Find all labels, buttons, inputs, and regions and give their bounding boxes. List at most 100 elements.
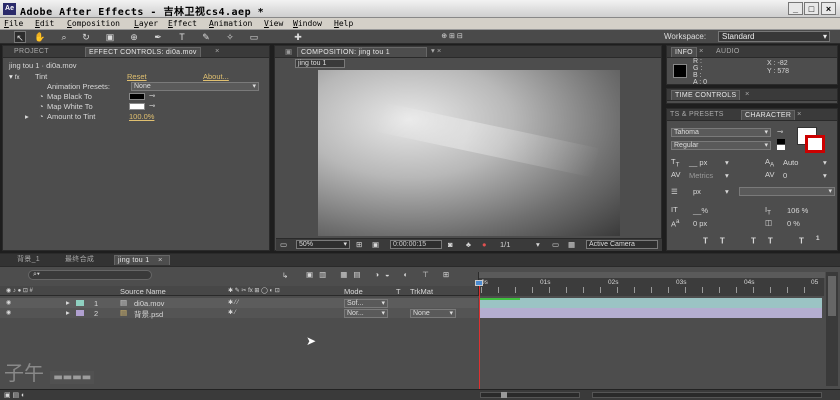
timecode[interactable]: 0:00:00:15 (390, 240, 442, 249)
hand-tool-icon[interactable]: ✋ (34, 31, 46, 43)
status-icons[interactable]: ▣ ▤ ◐ (4, 391, 25, 399)
col-trkmat[interactable]: TrkMat (410, 287, 433, 296)
live-update-icon[interactable]: ↳ (282, 271, 288, 280)
expand-arrow-icon[interactable]: ▸ (66, 298, 70, 307)
font-family-select[interactable]: Tahoma ▾ (671, 128, 771, 137)
tab-project[interactable]: PROJECT (11, 47, 52, 57)
safe-zones-icon[interactable]: ⊞ (356, 240, 362, 249)
pan-behind-tool-icon[interactable]: ⊕ (128, 31, 140, 43)
selection-tool-icon[interactable]: ↖ (14, 31, 26, 43)
toggle-view-icon[interactable]: ▭ (280, 240, 287, 249)
close-tab-icon[interactable]: × (745, 89, 749, 98)
baseline-shift-value[interactable]: 0 px (693, 219, 707, 228)
tab-composition[interactable]: COMPOSITION: jing tou 1 (297, 47, 427, 57)
time-ruler[interactable]: 0s 01s 02s 03s 04s 05 (478, 272, 825, 296)
tab-effect-controls[interactable]: EFFECT CONTROLS: di0a.mov (85, 47, 201, 57)
color-channels-icon[interactable]: ● (482, 240, 487, 249)
layer-switches[interactable]: ✱ ⁄ (228, 309, 236, 316)
tab-audio[interactable]: AUDIO (713, 47, 743, 57)
zoom-slider[interactable] (480, 392, 580, 398)
chevron-down-icon[interactable]: ▾ (725, 171, 729, 180)
map-white-swatch[interactable] (129, 103, 145, 110)
camera-tool-icon[interactable]: ▣ (104, 31, 116, 43)
reset-link[interactable]: Reset (127, 72, 147, 81)
tab-character[interactable]: CHARACTER (741, 110, 796, 120)
kerning-value[interactable]: Metrics (689, 171, 713, 180)
stroke-order-select[interactable]: ▾ (739, 187, 835, 196)
stroke-width-value[interactable]: px (693, 187, 701, 196)
timeline-scrollbar[interactable] (826, 272, 838, 386)
layer-label-color[interactable] (76, 310, 84, 316)
comp-subtab[interactable]: jing tou 1 (295, 59, 345, 68)
clone-tool-icon[interactable]: ✧ (224, 31, 236, 43)
menu-file[interactable]: File (4, 19, 23, 28)
transparency-grid-icon[interactable]: ▦ (568, 240, 575, 249)
layer-name[interactable]: di0a.mov (134, 299, 164, 308)
font-size-value[interactable]: __ px (689, 158, 707, 167)
layer-name[interactable]: 背景.psd (134, 309, 163, 320)
effect-expand-icon[interactable]: ▾ fx (9, 72, 20, 81)
menu-edit[interactable]: Edit (35, 19, 54, 28)
stopwatch-icon[interactable]: ◔ (39, 102, 44, 111)
visibility-icon[interactable]: ◉ (6, 309, 11, 316)
camera-select[interactable]: Active Camera (586, 240, 658, 249)
close-tab-icon[interactable]: × (797, 109, 801, 118)
brush-tool-icon[interactable]: ✎ (200, 31, 212, 43)
tab-time-controls[interactable]: TIME CONTROLS (671, 90, 741, 100)
maximize-button[interactable]: □ (804, 2, 819, 15)
tracking-value[interactable]: 0 (783, 171, 787, 180)
layer-duration-bar[interactable] (480, 298, 822, 308)
tsume-value[interactable]: 0 % (787, 219, 800, 228)
type-tool-icon[interactable]: T (176, 31, 188, 43)
animation-presets-select[interactable]: None ▾ (131, 82, 259, 91)
composition-viewer[interactable] (318, 70, 620, 236)
puppet-tool-icon[interactable]: ✚ (292, 31, 304, 43)
stopwatch-icon[interactable]: ◔ (39, 112, 44, 121)
layer-duration-bar[interactable] (480, 308, 822, 318)
menu-layer[interactable]: Layer (134, 19, 158, 28)
layer-row[interactable]: ◉ ▸ 2 ▤ 背景.psd ✱ ⁄ Nor... ▾ None ▾ (0, 308, 478, 320)
horizontal-scale-value[interactable]: 106 % (787, 206, 808, 215)
tab-comp-bg[interactable]: 背景_1 (14, 255, 43, 265)
playhead-line[interactable] (479, 284, 480, 390)
zoom-select[interactable]: 50% ▾ (296, 240, 350, 249)
font-style-select[interactable]: Regular ▾ (671, 141, 771, 150)
minimize-button[interactable]: _ (788, 2, 803, 15)
close-tab-icon[interactable]: × (699, 46, 703, 55)
chevron-down-icon[interactable]: ▾ (823, 158, 827, 167)
tab-info[interactable]: INFO (671, 47, 697, 57)
layer-switches[interactable]: ✱ ⁄ ⁄ (228, 299, 238, 306)
chevron-down-icon[interactable]: ▾ (725, 187, 729, 196)
chevron-down-icon[interactable]: ▾ (725, 158, 729, 167)
expand-arrow-icon[interactable]: ▸ (66, 308, 70, 317)
layer-row[interactable]: ◉ ▸ 1 ▤ di0a.mov ✱ ⁄ ⁄ Sof... ▾ (0, 298, 478, 308)
layer-label-color[interactable] (76, 300, 84, 306)
layer-trkmat-select[interactable]: None ▾ (410, 309, 456, 318)
leading-value[interactable]: Auto (783, 158, 798, 167)
zoom-tool-icon[interactable]: ⌕ (58, 31, 70, 43)
vertical-scale-value[interactable]: __% (693, 206, 708, 215)
menu-view[interactable]: View (264, 19, 283, 28)
visibility-icon[interactable]: ◉ (6, 299, 11, 306)
tab-final-comp[interactable]: 最终合成 (62, 255, 97, 265)
lock-icon[interactable]: ▣ (285, 47, 292, 56)
col-mode[interactable]: Mode (344, 287, 363, 296)
playhead-handle[interactable] (475, 280, 483, 286)
resolution-value[interactable]: 1/1 (500, 240, 510, 249)
close-button[interactable]: × (821, 2, 836, 15)
chevron-down-icon[interactable]: ▾ (823, 171, 827, 180)
work-area-bar[interactable] (479, 272, 825, 278)
layer-mode-select[interactable]: Nor... ▾ (344, 309, 388, 318)
scroll-thumb[interactable] (828, 276, 836, 316)
expand-arrow-icon[interactable]: ▸ (25, 112, 29, 121)
black-swatch[interactable] (777, 139, 785, 144)
zoom-slider-thumb[interactable] (501, 392, 507, 398)
close-tab-icon[interactable]: ▾ × (431, 46, 441, 55)
eyedropper-icon[interactable]: ⊸ (149, 91, 155, 100)
eyedropper-icon[interactable]: ⊸ (777, 127, 783, 136)
menu-window[interactable]: Window (293, 19, 322, 28)
white-swatch[interactable] (777, 145, 785, 150)
axis-mode-icons[interactable]: ⊕ ⊞ ⊟ (432, 31, 472, 43)
workspace-select[interactable]: Standard ▾ (718, 31, 830, 42)
chevron-down-icon[interactable]: ▾ (536, 240, 540, 249)
